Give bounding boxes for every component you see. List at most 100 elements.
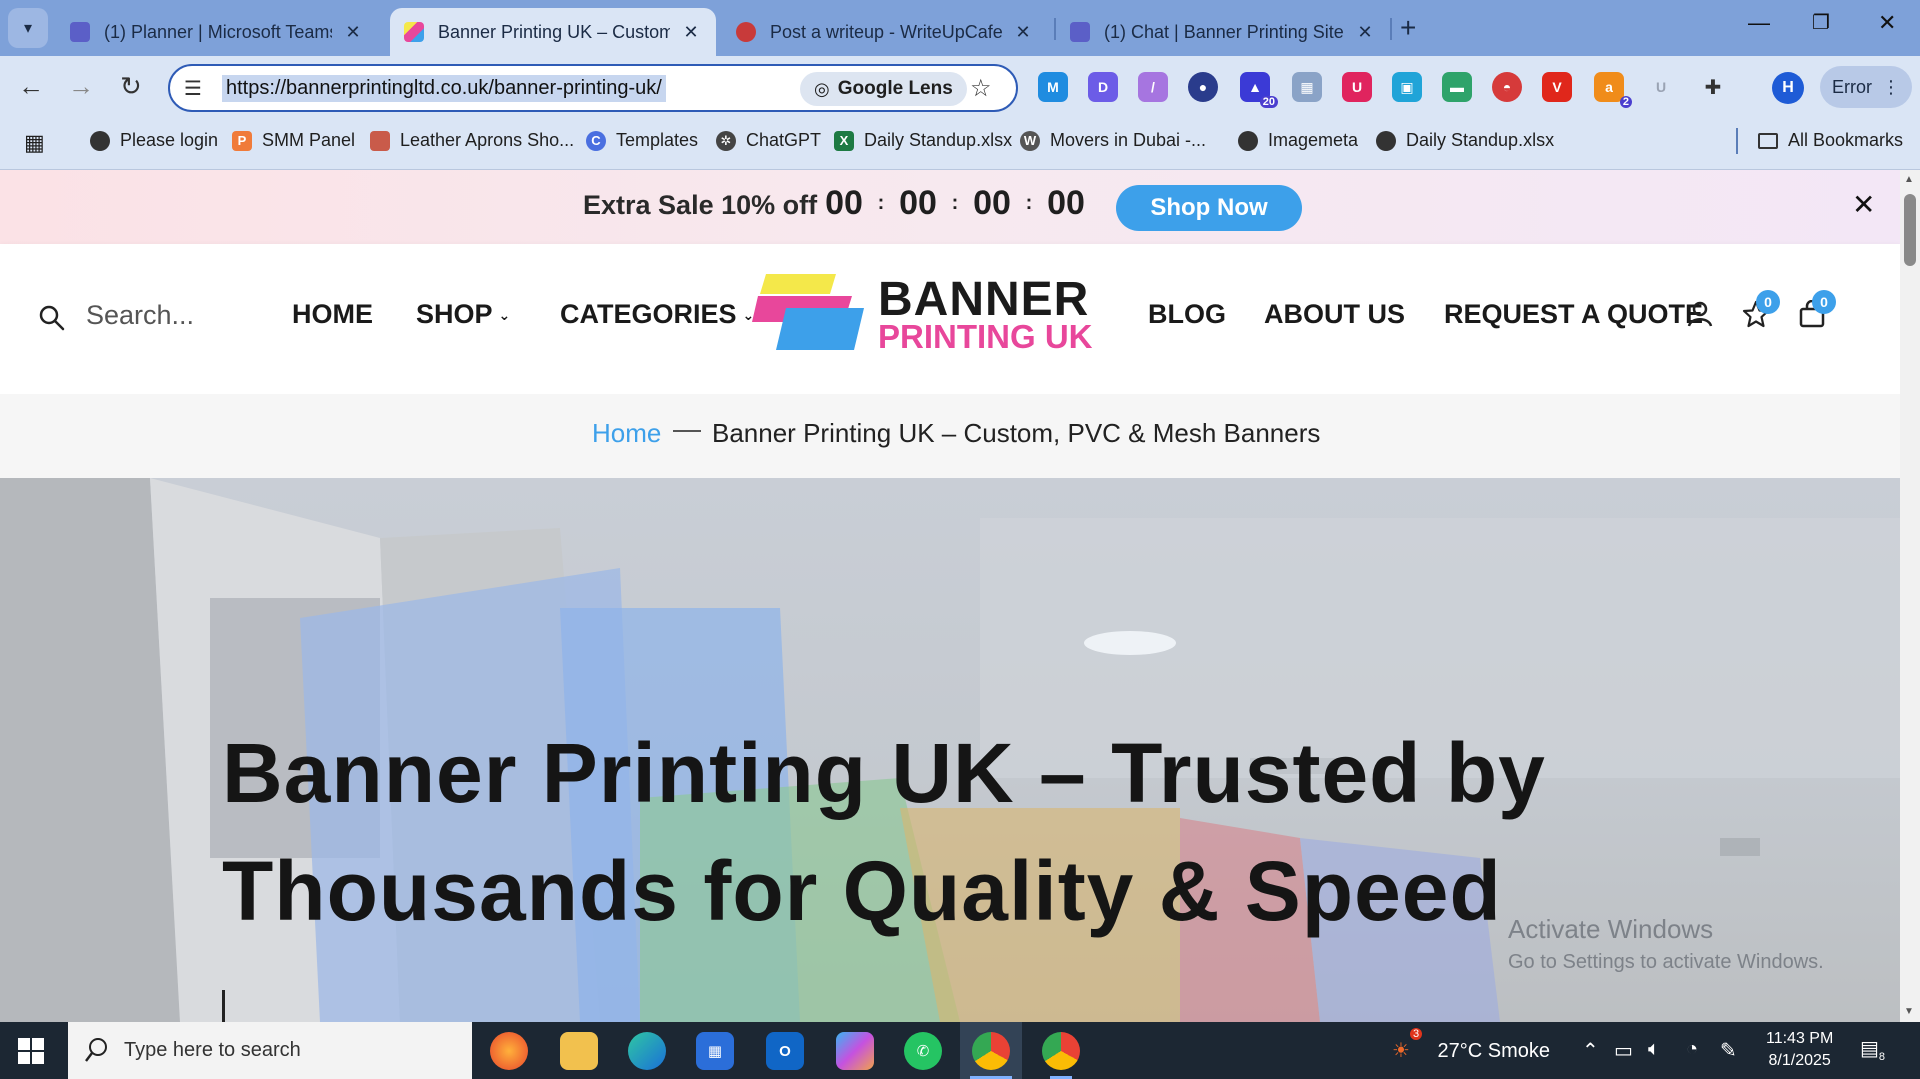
breadcrumb-separator [673,430,701,432]
network-icon[interactable]: ◔ [1686,1038,1698,1061]
extensions-puzzle-icon[interactable]: ✚ [1698,72,1728,102]
error-button[interactable]: Error ⋮ [1820,66,1912,108]
outlook-icon[interactable]: O [766,1032,804,1070]
show-hidden-icons[interactable]: ⌃ [1582,1038,1599,1063]
edge-icon[interactable] [628,1032,666,1070]
page-scrollbar[interactable]: ▲ ▼ [1900,170,1920,1022]
tab-writeupcafe[interactable]: Post a writeup - WriteUpCafe ✕ [722,8,1048,56]
taskbar-search-box[interactable]: Type here to search [68,1022,472,1079]
minimize-button[interactable]: — [1748,10,1770,36]
nav-blog[interactable]: BLOG [1148,299,1226,330]
extension-car-icon[interactable]: ▬ [1442,72,1472,102]
tab-title: Post a writeup - WriteUpCafe [770,21,1002,42]
globe-icon [90,130,110,151]
bookmark-daily-standup-excel[interactable]: X Daily Standup.xlsx [834,130,1012,151]
nav-shop[interactable]: SHOP ⌄ [416,299,510,330]
extension-ball-icon[interactable]: ◓ [1492,72,1522,102]
bookmark-star-icon[interactable]: ☆ [970,74,992,103]
canva-icon: C [586,130,606,151]
bookmark-please-login[interactable]: Please login [90,130,218,151]
extension-u-icon[interactable]: U [1646,72,1676,102]
scroll-up-icon[interactable]: ▲ [1904,174,1914,185]
teams-icon [70,22,90,42]
extension-grid-icon[interactable]: ▦ [1292,72,1322,102]
bookmark-smm-panel[interactable]: P SMM Panel [232,130,355,151]
all-bookmarks-button[interactable]: All Bookmarks [1758,130,1903,151]
bookmark-movers-dubai[interactable]: W Movers in Dubai -... [1020,130,1206,151]
extension-v-icon[interactable]: V [1542,72,1572,102]
promo-text: Extra Sale 10% off [583,190,818,220]
shop-now-button[interactable]: Shop Now [1116,185,1302,231]
notification-center-icon[interactable]: ▤8 [1860,1036,1885,1063]
extension-shield-icon[interactable]: U [1342,72,1372,102]
close-tab-icon[interactable]: ✕ [342,22,364,43]
extension-screen-icon[interactable]: ▣ [1392,72,1422,102]
nav-home[interactable]: HOME [292,299,373,330]
close-promo-icon[interactable]: ✕ [1852,188,1875,221]
volume-icon[interactable]: 🔈︎ [1648,1038,1660,1061]
tab-banner-printing[interactable]: Banner Printing UK – Custom, P ✕ [390,8,716,56]
timer-colon: : [1025,192,1033,214]
forward-button[interactable]: → [68,71,94,102]
extension-m-icon[interactable]: M [1038,72,1068,102]
reload-button[interactable]: ↻ [120,71,142,102]
extension-translate-icon[interactable]: a2 [1594,72,1632,108]
copilot-icon[interactable] [836,1032,874,1070]
system-clock[interactable]: 11:43 PM 8/1/2025 [1766,1028,1833,1072]
writeupcafe-icon [736,22,756,42]
bookmark-imagemeta[interactable]: Imagemeta [1238,130,1358,151]
microsoft-store-icon[interactable]: ▦ [696,1032,734,1070]
excel-icon: X [834,130,854,151]
extension-badge: 20 [1259,96,1278,108]
windows-start-icon[interactable] [18,1038,44,1064]
nav-about-us[interactable]: ABOUT US [1264,299,1405,330]
scroll-thumb[interactable] [1904,194,1916,266]
close-window-button[interactable]: ✕ [1878,10,1896,36]
bookmark-label: SMM Panel [262,130,356,150]
search-icon[interactable] [38,304,66,332]
bookmark-daily-standup[interactable]: Daily Standup.xlsx [1376,130,1554,151]
scroll-down-icon[interactable]: ▼ [1904,1006,1914,1017]
tab-search-button[interactable]: ▾ [8,8,48,48]
breadcrumb-current: Banner Printing UK – Custom, PVC & Mesh … [712,418,1321,448]
new-tab-button[interactable]: + [1400,12,1416,44]
restore-button[interactable]: ❐ [1812,10,1830,35]
whatsapp-icon[interactable]: ✆ [904,1032,942,1070]
profile-avatar[interactable]: H [1772,72,1804,104]
chrome-profile-h-icon[interactable] [972,1032,1010,1070]
search-input[interactable]: Search... [86,300,194,331]
close-tab-icon[interactable]: ✕ [680,22,702,43]
close-tab-icon[interactable]: ✕ [1012,22,1034,43]
firefox-icon[interactable] [490,1032,528,1070]
back-button[interactable]: ← [18,71,44,102]
extension-hat-icon[interactable]: ▲ 20 [1240,72,1278,108]
extension-globe-icon[interactable]: ● [1188,72,1218,102]
extension-d-icon[interactable]: D [1088,72,1118,102]
clock-time: 11:43 PM [1766,1030,1834,1047]
nav-request-quote[interactable]: REQUEST A QUOTE [1444,299,1703,330]
weather-widget[interactable]: ☀ 3 27°C Smoke [1392,1028,1550,1063]
bookmarks-bar: ▦ Please login P SMM Panel Leather Apron… [0,120,1920,170]
site-info-icon[interactable]: ☰ [184,76,202,101]
tab-planner[interactable]: (1) Planner | Microsoft Teams ✕ [56,8,378,56]
bookmark-leather-aprons[interactable]: Leather Aprons Sho... [370,130,574,151]
url-text[interactable]: https://bannerprintingltd.co.uk/banner-p… [222,75,666,102]
bookmark-templates[interactable]: C Templates [586,130,698,151]
address-bar[interactable]: ☰ https://bannerprintingltd.co.uk/banner… [168,64,1018,112]
chrome-profile-b-icon[interactable] [1042,1032,1080,1070]
bookmark-label: ChatGPT [746,130,822,150]
lens-icon: ◎ [814,78,830,99]
battery-icon[interactable]: ▭ [1614,1038,1633,1063]
apps-grid-icon[interactable]: ▦ [24,130,45,156]
tab-chat[interactable]: (1) Chat | Banner Printing Site | ✕ [1056,8,1390,56]
pen-icon[interactable]: ✎ [1720,1038,1737,1063]
breadcrumb-home-link[interactable]: Home [592,418,661,449]
close-tab-icon[interactable]: ✕ [1354,22,1376,43]
nav-categories[interactable]: CATEGORIES ⌄ [560,299,754,330]
account-icon[interactable] [1686,300,1714,328]
bookmark-chatgpt[interactable]: ✲ ChatGPT [716,130,821,151]
site-logo[interactable]: BANNER PRINTING UK [752,273,1097,356]
google-lens-button[interactable]: ◎ Google Lens [800,72,967,106]
extension-pen-icon[interactable]: / [1138,72,1168,102]
file-explorer-icon[interactable] [560,1032,598,1070]
